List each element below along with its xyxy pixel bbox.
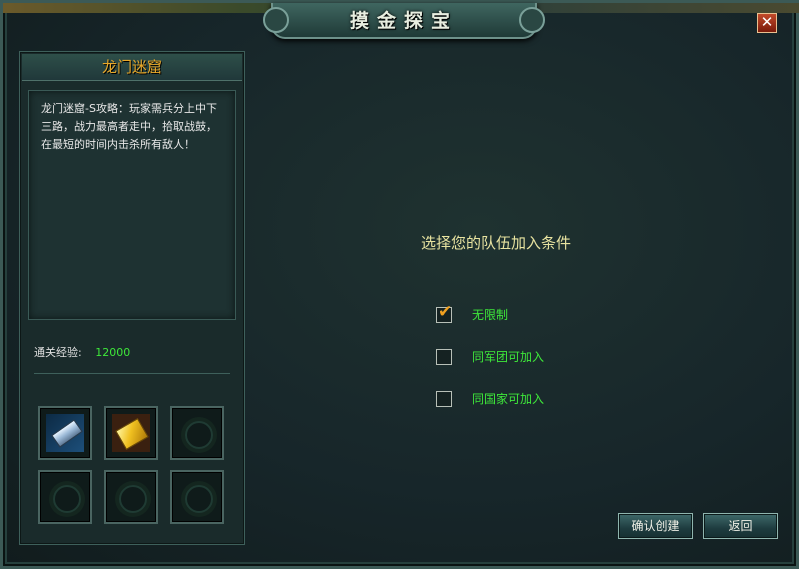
reward-slot-5[interactable]: [104, 470, 158, 524]
dungeon-description: 龙门迷窟-S攻略：玩家需兵分上中下三路，战力最高者走中，拾取战鼓，在最短的时间内…: [28, 90, 236, 320]
same-legion-checkbox[interactable]: [436, 349, 452, 365]
clear-exp-row: 通关经验: 12000: [34, 344, 130, 360]
reward-slot-2[interactable]: [104, 406, 158, 460]
no-restriction-label[interactable]: 无限制: [472, 307, 508, 323]
join-condition-prompt: 选择您的队伍加入条件: [421, 234, 572, 252]
steel-ingot-icon: [46, 414, 84, 452]
reward-slot-1[interactable]: [38, 406, 92, 460]
confirm-create-button[interactable]: 确认创建: [618, 513, 693, 539]
reward-slot-4[interactable]: [38, 470, 92, 524]
back-button[interactable]: 返回: [703, 513, 778, 539]
same-legion-label[interactable]: 同军团可加入: [472, 349, 544, 365]
checkmark-icon: ✔: [438, 302, 453, 322]
gold-bar-icon: [112, 414, 150, 452]
same-nation-checkbox[interactable]: [436, 391, 452, 407]
close-icon: ✕: [760, 13, 774, 31]
title-plate: 摸金探宝: [263, 3, 545, 39]
divider: [34, 373, 230, 374]
no-restriction-checkbox[interactable]: ✔: [436, 303, 452, 323]
dungeon-name: 龙门迷窟: [22, 54, 242, 81]
treasure-hunt-window: 摸金探宝 ✕ 龙门迷窟 龙门迷窟-S攻略：玩家需兵分上中下三路，战力最高者走中，…: [0, 0, 799, 569]
reward-slot-6[interactable]: [170, 470, 224, 524]
reward-slot-3[interactable]: [170, 406, 224, 460]
clear-exp-label: 通关经验:: [34, 346, 82, 359]
clear-exp-value: 12000: [95, 346, 131, 359]
dungeon-info-panel: 龙门迷窟 龙门迷窟-S攻略：玩家需兵分上中下三路，战力最高者走中，拾取战鼓，在最…: [19, 51, 245, 545]
dungeon-description-text: 龙门迷窟-S攻略：玩家需兵分上中下三路，战力最高者走中，拾取战鼓，在最短的时间内…: [41, 102, 217, 151]
same-nation-label[interactable]: 同国家可加入: [472, 391, 544, 407]
close-button[interactable]: ✕: [757, 13, 777, 33]
window-title: 摸金探宝: [349, 10, 458, 32]
